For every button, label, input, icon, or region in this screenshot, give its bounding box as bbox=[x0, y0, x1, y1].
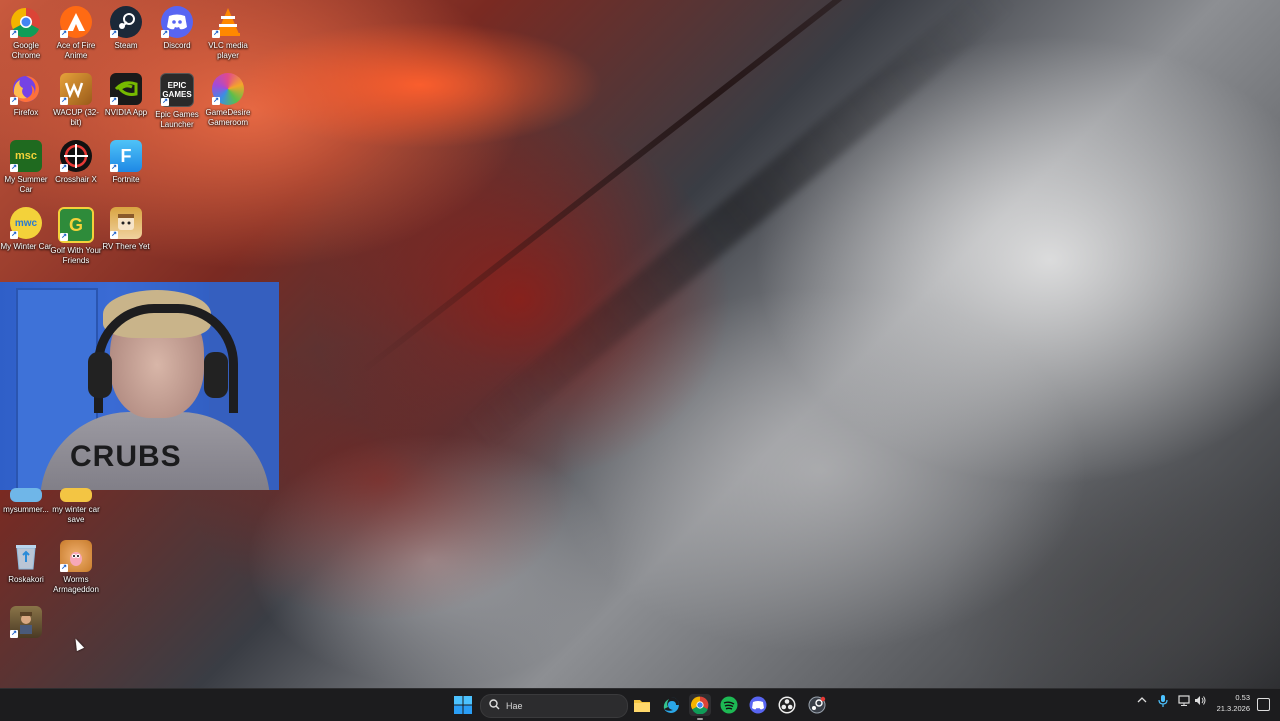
avast-icon: ↗ bbox=[60, 6, 92, 38]
worms-icon: ↗ bbox=[60, 540, 92, 572]
desktop-icon-rv-there-yet[interactable]: ↗ RV There Yet bbox=[100, 205, 152, 252]
notifications-bell-icon[interactable] bbox=[1257, 698, 1270, 711]
icon-label: Golf With Your Friends bbox=[50, 246, 102, 265]
golf-icon: G ↗ bbox=[58, 207, 94, 243]
microphone-icon[interactable] bbox=[1158, 695, 1168, 710]
network-icon[interactable] bbox=[1178, 695, 1190, 709]
game-character-icon: ↗ bbox=[10, 606, 42, 638]
volume-icon[interactable] bbox=[1194, 695, 1206, 709]
icon-label: Epic Games Launcher bbox=[155, 110, 199, 129]
start-button[interactable] bbox=[453, 695, 473, 715]
headset-earcup-left bbox=[88, 352, 112, 398]
desktop-icon-my-summer-car[interactable]: msc ↗ My Summer Car bbox=[0, 138, 52, 195]
taskbar: Hae 0.53 21.3.2026 bbox=[0, 688, 1280, 721]
mwc-icon: mwc ↗ bbox=[10, 207, 42, 239]
icon-label: Ace of Fire Anime bbox=[56, 41, 96, 60]
desktop-icon-nvidia[interactable]: ↗ NVIDIA App bbox=[100, 71, 152, 118]
icon-label: GameDesire Gameroom bbox=[205, 108, 251, 127]
desktop-icon-steam[interactable]: ↗ Steam bbox=[100, 4, 152, 51]
steam-icon bbox=[808, 696, 826, 714]
icon-label: VLC media player bbox=[208, 41, 248, 60]
folder-icon bbox=[60, 488, 92, 502]
desktop-icon-recycle-bin[interactable]: Roskakori bbox=[0, 538, 52, 585]
gamedesire-icon: ↗ bbox=[212, 73, 244, 105]
nvidia-icon: ↗ bbox=[110, 73, 142, 105]
desktop-icon-vlc[interactable]: ↗ VLC media player bbox=[202, 4, 254, 61]
taskbar-clock[interactable]: 0.53 21.3.2026 bbox=[1217, 692, 1250, 714]
wallpaper-ridge bbox=[358, 0, 1072, 376]
desktop-icon-gamedesire[interactable]: ↗ GameDesire Gameroom bbox=[202, 71, 254, 128]
desktop-icon-discord[interactable]: ↗ Discord bbox=[151, 4, 203, 51]
desktop-icon-epic-games[interactable]: EPIC GAMES ↗ Epic Games Launcher bbox=[151, 71, 203, 130]
crosshair-icon: ↗ bbox=[60, 140, 92, 172]
icon-label: Google Chrome bbox=[11, 41, 41, 60]
desktop-icon-crosshair-x[interactable]: ↗ Crosshair X bbox=[50, 138, 102, 185]
headset-earcup-right bbox=[204, 352, 228, 398]
desktop-icon-game-shortcut[interactable]: ↗ bbox=[0, 604, 52, 641]
icon-label: Roskakori bbox=[8, 575, 44, 584]
taskbar-search-box[interactable]: Hae bbox=[480, 694, 628, 718]
edge-icon bbox=[663, 697, 679, 713]
vlc-icon: ↗ bbox=[212, 6, 244, 38]
spotify-icon bbox=[720, 696, 738, 714]
firefox-icon: ↗ bbox=[10, 73, 42, 105]
icon-label: Discord bbox=[163, 41, 191, 50]
clock-time: 0.53 bbox=[1235, 693, 1250, 702]
discord-icon bbox=[749, 696, 767, 714]
desktop-icon-google-chrome[interactable]: ↗ Google Chrome bbox=[0, 4, 52, 61]
chrome-icon bbox=[691, 696, 709, 714]
folder-icon bbox=[10, 488, 42, 502]
msc-icon: msc ↗ bbox=[10, 140, 42, 172]
desktop-icon-wacup[interactable]: ↗ WACUP (32-bit) bbox=[50, 71, 102, 128]
desktop-icon-firefox[interactable]: ↗ Firefox bbox=[0, 71, 52, 118]
search-placeholder: Hae bbox=[506, 701, 523, 711]
icon-label: my winter car save bbox=[52, 505, 100, 524]
icon-label: My Winter Car bbox=[0, 242, 52, 251]
icon-label: Firefox bbox=[13, 108, 39, 117]
icon-label: NVIDIA App bbox=[104, 108, 148, 117]
taskbar-file-explorer[interactable] bbox=[631, 694, 653, 716]
taskbar-chrome[interactable] bbox=[689, 694, 711, 720]
taskbar-edge[interactable] bbox=[660, 694, 682, 716]
taskbar-obs[interactable] bbox=[776, 694, 798, 716]
steam-icon: ↗ bbox=[110, 6, 142, 38]
icon-label: WACUP (32-bit) bbox=[53, 108, 99, 127]
desktop-icon-worms-armageddon[interactable]: ↗ Worms Armageddon bbox=[50, 538, 102, 595]
taskbar-steam[interactable] bbox=[806, 694, 828, 716]
discord-icon: ↗ bbox=[161, 6, 193, 38]
wacup-icon: ↗ bbox=[60, 73, 92, 105]
icon-label: Crosshair X bbox=[55, 175, 97, 184]
obs-icon bbox=[778, 696, 796, 714]
epic-games-icon: EPIC GAMES ↗ bbox=[160, 73, 194, 107]
fortnite-icon: F ↗ bbox=[110, 140, 142, 172]
desktop-icon-fortnite[interactable]: F ↗ Fortnite bbox=[100, 138, 152, 185]
icon-label: mysummer... bbox=[3, 505, 49, 514]
show-hidden-icons-chevron-up-icon[interactable] bbox=[1137, 695, 1147, 708]
webcam-overlay: CRUBS bbox=[0, 282, 279, 490]
icon-label: Fortnite bbox=[112, 175, 140, 184]
search-icon bbox=[489, 699, 500, 713]
taskbar-discord[interactable] bbox=[747, 694, 769, 716]
desktop-icon-avast[interactable]: ↗ Ace of Fire Anime bbox=[50, 4, 102, 61]
taskbar-spotify[interactable] bbox=[718, 694, 740, 716]
webcam-hoodie-print: CRUBS bbox=[70, 440, 182, 473]
chrome-icon: ↗ bbox=[10, 6, 42, 38]
icon-label: Worms Armageddon bbox=[53, 575, 99, 594]
icon-label: Steam bbox=[114, 41, 138, 50]
clock-date: 21.3.2026 bbox=[1216, 704, 1250, 713]
desktop-icon-winter-car-save-folder[interactable]: my winter car save bbox=[50, 488, 102, 525]
file-explorer-icon bbox=[634, 700, 650, 712]
icon-label: RV There Yet bbox=[102, 242, 150, 251]
desktop-icon-my-winter-car[interactable]: mwc ↗ My Winter Car bbox=[0, 205, 52, 252]
desktop-icon-mysummer-folder[interactable]: mysummer... bbox=[0, 488, 52, 515]
windows-logo-icon bbox=[454, 696, 472, 714]
icon-label: My Summer Car bbox=[4, 175, 48, 194]
desktop-icon-golf-with-friends[interactable]: G ↗ Golf With Your Friends bbox=[50, 205, 102, 266]
recycle-bin-icon bbox=[10, 540, 42, 572]
rv-icon: ↗ bbox=[110, 207, 142, 239]
